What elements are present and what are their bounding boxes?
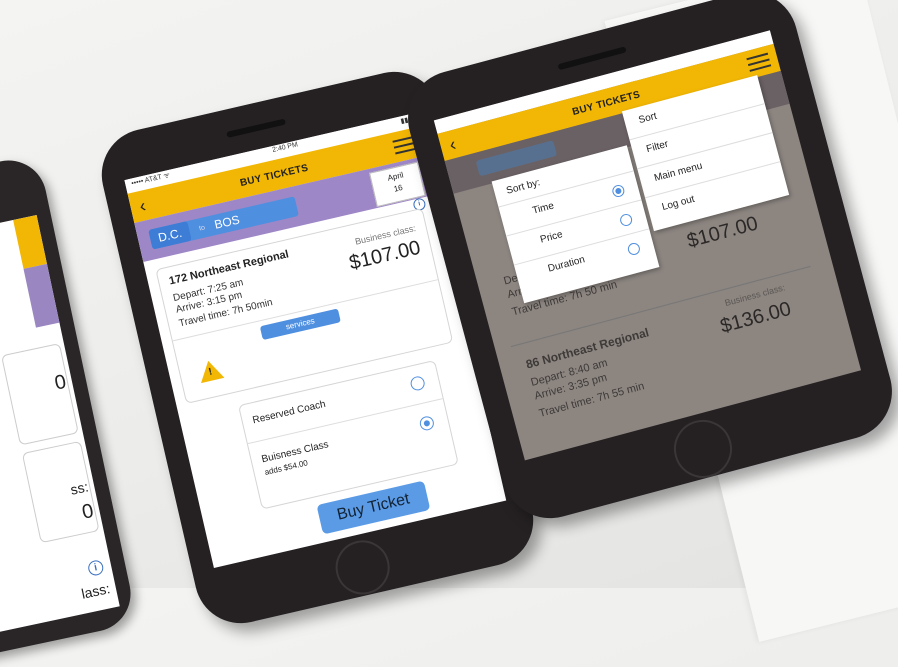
sort-option-price[interactable]: Price <box>539 229 564 246</box>
services-button[interactable]: services <box>259 308 341 341</box>
sort-header: Sort by: <box>505 177 542 197</box>
sort-menu-screen: ‹ BUY TICKETS Depart: 7:25 am Arrive: 3:… <box>433 30 862 461</box>
trip-card-fragment <box>1 343 79 446</box>
speaker-grille <box>557 46 627 71</box>
radio-business-class[interactable] <box>418 414 436 432</box>
radio-reserved-coach[interactable] <box>409 374 427 392</box>
route-separator: to <box>198 223 206 232</box>
phone-left-screen: 0 i ss: 0 i lass: <box>0 215 120 645</box>
class-fragment: lass: <box>79 580 112 602</box>
info-icon[interactable]: i <box>86 559 105 577</box>
radio-sort-price[interactable] <box>618 212 634 228</box>
home-button[interactable] <box>330 535 396 600</box>
radio-sort-duration[interactable] <box>626 241 642 257</box>
sort-option-time[interactable]: Time <box>531 200 555 216</box>
divider <box>247 398 443 445</box>
destination-station[interactable]: BOS <box>213 212 241 231</box>
option-reserved-coach[interactable]: Reserved Coach <box>252 399 327 426</box>
sort-option-duration[interactable]: Duration <box>547 254 586 274</box>
route-bar-fragment <box>23 263 60 328</box>
speaker-grille <box>226 118 286 138</box>
radio-sort-time[interactable] <box>611 183 626 199</box>
origin-station[interactable]: D.C. <box>148 221 192 250</box>
hamburger-icon[interactable] <box>746 52 772 72</box>
warning-icon[interactable]: ! <box>196 358 225 384</box>
nav-bar-fragment <box>13 215 47 269</box>
